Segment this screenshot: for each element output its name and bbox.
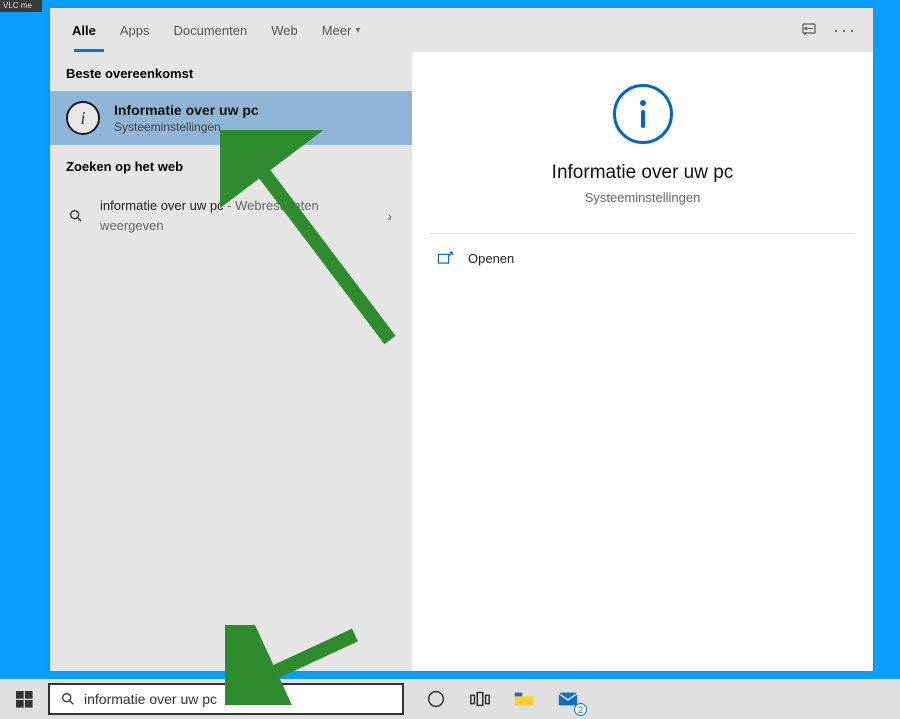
best-match-header: Beste overeenkomst: [50, 52, 412, 91]
taskbar-search[interactable]: [48, 683, 404, 715]
search-results-panel: Alle Apps Documenten Web Meer▾ ··· Beste…: [50, 8, 873, 671]
detail-title: Informatie over uw pc: [552, 162, 734, 184]
search-icon: [60, 691, 76, 707]
taskbar-search-input[interactable]: [84, 691, 392, 707]
open-label: Openen: [468, 251, 514, 266]
chevron-down-icon: ▾: [355, 25, 360, 36]
mail-badge: 2: [574, 703, 587, 716]
open-action[interactable]: Openen: [412, 234, 873, 282]
feedback-icon[interactable]: [791, 12, 827, 48]
start-button[interactable]: [0, 679, 48, 719]
best-match-result[interactable]: i Informatie over uw pc Systeeminstellin…: [50, 91, 412, 145]
web-search-header: Zoeken op het web: [50, 145, 412, 184]
tab-apps[interactable]: Apps: [108, 8, 162, 52]
background-window-title: VLC me: [0, 0, 42, 12]
open-icon: [436, 250, 454, 266]
result-subtitle: Systeeminstellingen: [114, 120, 259, 134]
web-result[interactable]: informatie over uw pc - Webresultaten we…: [50, 184, 412, 247]
info-icon: i: [66, 101, 100, 135]
info-icon: [613, 84, 673, 144]
tab-alle[interactable]: Alle: [60, 8, 108, 52]
result-detail-pane: Informatie over uw pc Systeeminstellinge…: [412, 52, 873, 671]
tab-web[interactable]: Web: [259, 8, 310, 52]
tab-meer[interactable]: Meer▾: [310, 8, 373, 52]
mail-icon[interactable]: 2: [546, 679, 590, 719]
search-icon: [66, 206, 86, 226]
detail-subtitle: Systeeminstellingen: [585, 190, 701, 205]
results-list: Beste overeenkomst i Informatie over uw …: [50, 52, 412, 671]
result-title: Informatie over uw pc: [114, 102, 259, 118]
file-explorer-icon[interactable]: [502, 679, 546, 719]
tab-documenten[interactable]: Documenten: [161, 8, 259, 52]
task-view-icon[interactable]: [458, 679, 502, 719]
chevron-right-icon: ›: [387, 208, 396, 224]
taskbar: 2: [0, 679, 900, 719]
more-options-icon[interactable]: ···: [827, 12, 863, 48]
web-result-text: informatie over uw pc - Webresultaten we…: [100, 196, 373, 235]
search-scope-tabs: Alle Apps Documenten Web Meer▾ ···: [50, 8, 873, 52]
cortana-icon[interactable]: [414, 679, 458, 719]
